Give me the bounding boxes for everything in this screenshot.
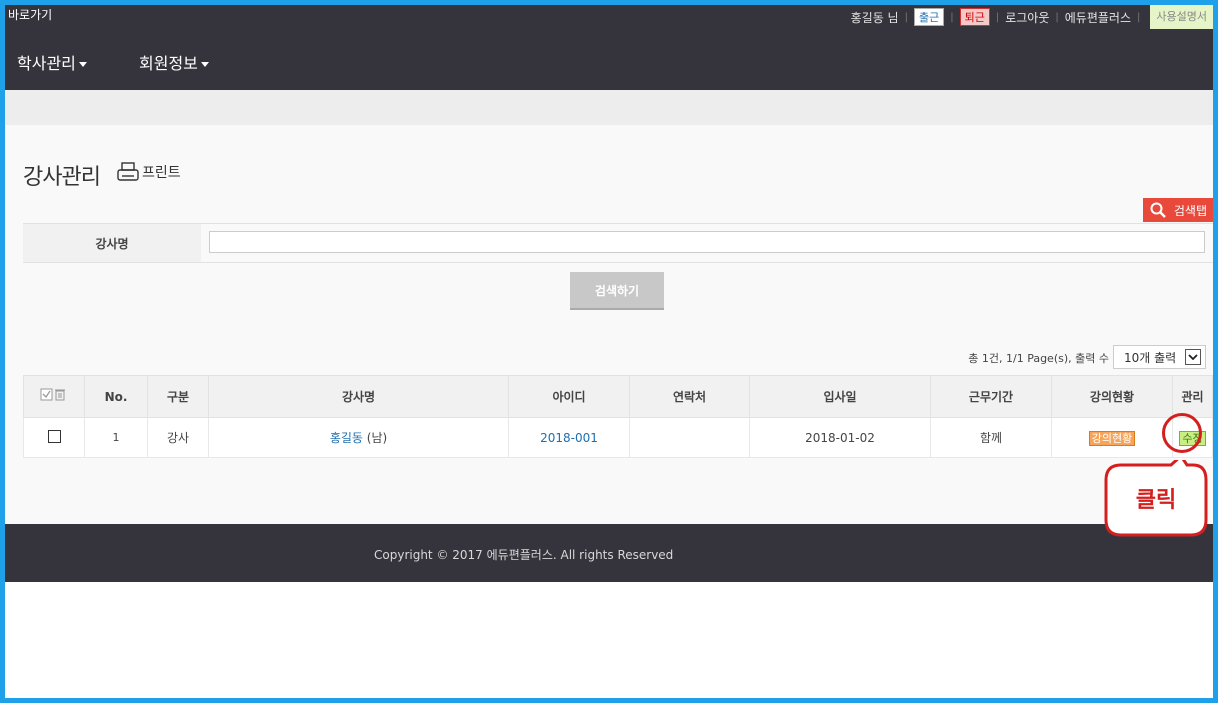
row-checkbox[interactable]: [47, 429, 61, 443]
header-select: [23, 375, 85, 418]
search-row: 강사명: [23, 223, 1213, 263]
page-title: 강사관리: [23, 165, 101, 190]
chevron-down-icon: [1185, 349, 1201, 365]
app-frame: 바로가기 홍길동 님 | 출근 | 퇴근 | 로그아웃 | 에듀편플러스 | 사…: [5, 5, 1213, 698]
footer: Copyright © 2017 에듀편플러스. All rights Rese…: [5, 524, 1213, 582]
instructor-id-link[interactable]: 2018-001: [540, 431, 598, 445]
instructor-name-link[interactable]: 홍길동: [330, 431, 363, 445]
header-id: 아이디: [508, 375, 630, 418]
row-period: 함께: [930, 417, 1052, 458]
row-no: 1: [84, 417, 148, 458]
nav-item-label: 학사관리: [17, 54, 76, 73]
instructor-table: No. 구분 강사명 아이디 연락처 입사일 근무기간 강의현황 관리 1 강사…: [23, 375, 1213, 458]
row-name-cell: 홍길동 (남): [208, 417, 509, 458]
separator: |: [995, 11, 1000, 23]
row-lecture-cell: 강의현황: [1051, 417, 1173, 458]
separator: |: [1055, 11, 1059, 23]
separator: |: [950, 11, 954, 23]
search-icon: [1150, 202, 1166, 218]
table-header-row: No. 구분 강사명 아이디 연락처 입사일 근무기간 강의현황 관리: [23, 375, 1213, 418]
copyright-text: Copyright © 2017 에듀편플러스. All rights Rese…: [374, 548, 674, 562]
header-name: 강사명: [208, 375, 509, 418]
nav-item-member[interactable]: 회원정보: [139, 50, 209, 74]
header-manage: 관리: [1172, 375, 1213, 418]
top-links: 홍길동 님 | 출근 | 퇴근 | 로그아웃 | 에듀편플러스 | 사용설명서: [851, 5, 1213, 29]
caret-down-icon: [200, 62, 209, 67]
caret-down-icon: [78, 62, 87, 67]
row-type: 강사: [147, 417, 209, 458]
gray-strip: [5, 90, 1213, 125]
search-tab-button[interactable]: 검색탭: [1143, 198, 1213, 222]
logout-link[interactable]: 로그아웃: [1005, 9, 1049, 26]
select-all-icon[interactable]: [40, 388, 68, 402]
search-tab-label: 검색탭: [1173, 203, 1207, 218]
shortcut-link[interactable]: 바로가기: [8, 6, 52, 23]
page-size-value: 10개 출력: [1124, 350, 1177, 365]
list-summary: 총 1건, 1/1 Page(s), 출력 수: [968, 352, 1109, 365]
page-size-select[interactable]: 10개 출력: [1113, 345, 1206, 369]
main-nav: 학사관리 회원정보: [5, 29, 1213, 90]
header-type: 구분: [147, 375, 209, 418]
header-no: No.: [84, 375, 148, 418]
table-row: 1 강사 홍길동 (남) 2018-001 2018-01-02 함께 강의현황…: [23, 417, 1213, 458]
instructor-gender: (남): [366, 431, 388, 445]
callout-text: 클릭: [1135, 488, 1177, 513]
print-button[interactable]: 프린트: [117, 162, 181, 182]
header-lecture: 강의현황: [1051, 375, 1173, 418]
header-period: 근무기간: [930, 375, 1052, 418]
instructor-name-input[interactable]: [209, 231, 1205, 253]
brand-link[interactable]: 에듀편플러스: [1065, 9, 1131, 26]
lecture-status-button[interactable]: 강의현황: [1088, 430, 1136, 446]
nav-item-label: 회원정보: [139, 54, 198, 73]
print-label: 프린트: [142, 165, 181, 181]
header-phone: 연락처: [629, 375, 750, 418]
nav-item-academic[interactable]: 학사관리: [17, 50, 87, 74]
checkout-button[interactable]: 퇴근: [959, 8, 990, 26]
manual-button[interactable]: 사용설명서: [1150, 5, 1213, 29]
row-join-date: 2018-01-02: [749, 417, 931, 458]
header-join-date: 입사일: [749, 375, 931, 418]
content-area: [5, 125, 1213, 524]
highlight-circle: [1162, 413, 1202, 453]
user-name: 홍길동 님: [850, 10, 899, 25]
separator: |: [904, 11, 908, 23]
row-id-cell: 2018-001: [508, 417, 630, 458]
separator: |: [1137, 11, 1141, 23]
top-bar: 바로가기 홍길동 님 | 출근 | 퇴근 | 로그아웃 | 에듀편플러스 | 사…: [5, 5, 1213, 29]
checkin-button[interactable]: 출근: [913, 8, 945, 26]
row-select-cell: [23, 417, 85, 458]
row-phone: [629, 417, 750, 458]
search-button[interactable]: 검색하기: [570, 272, 664, 310]
search-label: 강사명: [23, 224, 201, 262]
printer-icon: [117, 162, 139, 181]
